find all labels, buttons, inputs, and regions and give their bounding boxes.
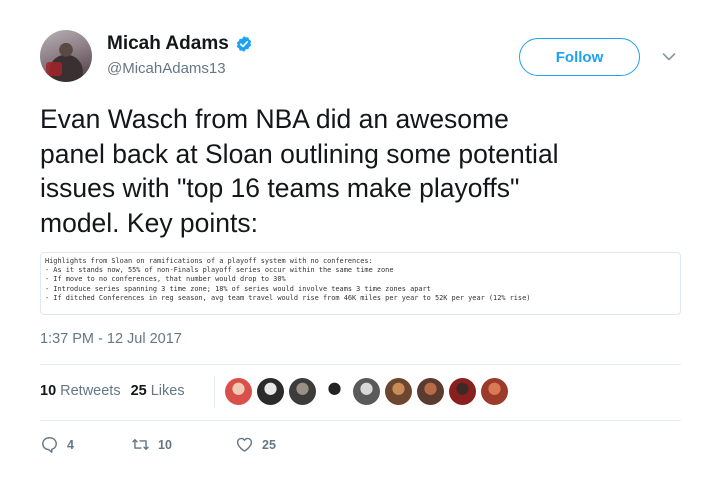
liker-avatar-7[interactable] — [417, 378, 444, 405]
retweets-count: 10 — [40, 383, 57, 399]
divider — [40, 420, 681, 421]
tweet-stats: 10 Retweets 25 Likes — [40, 383, 195, 399]
retweet-icon — [132, 439, 149, 450]
author-name[interactable]: Micah Adams — [107, 33, 229, 55]
heart-icon — [236, 437, 253, 452]
like-button[interactable]: 25 — [235, 435, 315, 454]
reply-count: 4 — [67, 437, 74, 452]
liker-avatar-9[interactable] — [481, 378, 508, 405]
follow-button[interactable]: Follow — [519, 38, 640, 76]
tweet-actions: 4 10 25 — [40, 435, 315, 454]
retweets-label: Retweets — [60, 383, 121, 399]
tweet-card: Micah Adams @MicahAdams13 Follow Evan Wa… — [0, 0, 720, 485]
tweet-text: Evan Wasch from NBA did an awesome panel… — [40, 104, 559, 238]
liker-avatar-8[interactable] — [449, 378, 476, 405]
image-text-line: - If move to no conferences, that number… — [45, 275, 286, 284]
retweet-count: 10 — [158, 437, 172, 452]
author-handle[interactable]: @MicahAdams13 — [107, 60, 226, 77]
author-name-row: Micah Adams — [107, 33, 253, 55]
author-avatar[interactable] — [40, 30, 92, 82]
likes-label: Likes — [150, 383, 185, 399]
retweet-button[interactable]: 10 — [131, 435, 235, 454]
image-text-line: - Introduce series spanning 3 time zone;… — [45, 284, 431, 293]
tweet-timestamp[interactable]: 1:37 PM - 12 Jul 2017 — [40, 331, 182, 347]
liker-avatar-2[interactable] — [257, 378, 284, 405]
chevron-down-icon[interactable] — [662, 52, 676, 62]
liker-avatar-3[interactable] — [289, 378, 316, 405]
verified-badge-icon — [236, 36, 251, 52]
liker-avatar-6[interactable] — [385, 378, 412, 405]
retweets-stat[interactable]: 10 Retweets — [40, 383, 121, 399]
likes-stat[interactable]: 25 Likes — [131, 383, 185, 399]
divider — [40, 364, 681, 365]
image-text-line: - If ditched Conferences in reg season, … — [45, 293, 531, 302]
liker-avatar-5[interactable] — [353, 378, 380, 405]
image-text-line: - As it stands now, 55% of non-Finals pl… — [45, 266, 394, 275]
attached-image[interactable]: Highlights from Sloan on ramifications o… — [40, 252, 681, 315]
liker-avatar-1[interactable] — [225, 378, 252, 405]
likes-count: 25 — [130, 383, 147, 399]
image-text-line: Highlights from Sloan on ramifications o… — [45, 257, 373, 265]
stats-separator — [214, 376, 215, 408]
reply-icon — [42, 437, 57, 453]
like-count: 25 — [262, 437, 276, 452]
reply-button[interactable]: 4 — [40, 435, 122, 454]
liker-avatar-4[interactable] — [321, 378, 348, 405]
liker-avatars — [225, 378, 508, 405]
